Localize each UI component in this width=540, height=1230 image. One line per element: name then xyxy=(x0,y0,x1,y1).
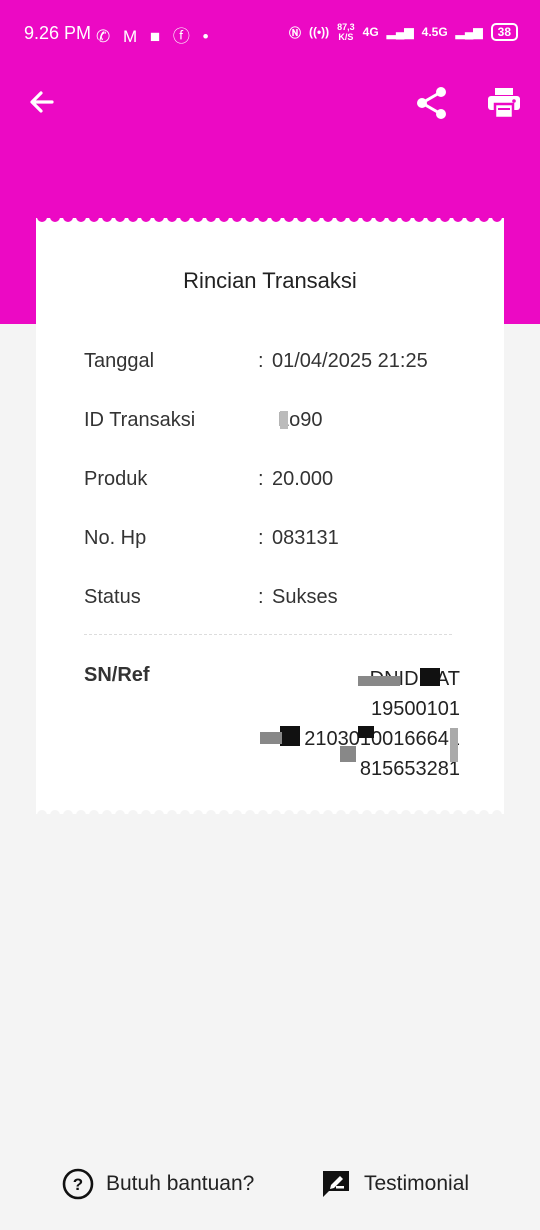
redaction-block xyxy=(260,732,282,744)
row-label: No. Hp xyxy=(84,527,147,549)
help-label: Butuh bantuan? xyxy=(106,1172,255,1195)
battery-icon: 38 xyxy=(490,23,518,41)
help-link[interactable]: ? Butuh bantuan? xyxy=(62,1166,254,1202)
row-label: Tanggal xyxy=(84,350,155,372)
arrow-left-icon xyxy=(30,91,54,113)
receipt-scallop-bottom xyxy=(37,810,502,815)
row-colon: : xyxy=(258,468,264,490)
share-icon xyxy=(417,87,446,119)
redaction-block xyxy=(450,728,458,762)
redaction-block xyxy=(420,668,440,686)
net-speed: 87,3 K/S xyxy=(337,22,355,42)
signal-bars-icon-2: ▂▄▆ xyxy=(455,25,483,39)
feedback-edit-icon xyxy=(323,1171,349,1197)
redaction-block xyxy=(280,726,300,746)
question-circle-icon: ? xyxy=(62,1168,94,1200)
back-button[interactable] xyxy=(26,86,58,118)
svg-text:?: ? xyxy=(73,1175,83,1194)
row-value: 20.000 xyxy=(272,468,334,490)
signal-45g: 4.5G xyxy=(421,25,448,39)
row-label: Produk xyxy=(84,468,148,490)
print-icon xyxy=(488,88,520,120)
redaction-block xyxy=(340,746,356,762)
row-colon: : xyxy=(258,586,264,608)
dashed-divider xyxy=(84,634,452,635)
nfc-icon: Ⓝ xyxy=(288,25,301,40)
signal-4g: 4G xyxy=(362,25,379,39)
testimonial-label: Testimonial xyxy=(364,1172,470,1195)
receipt-title: Rincian Transaksi xyxy=(183,268,357,293)
print-button[interactable] xyxy=(486,86,522,120)
row-label: ID Transaksi xyxy=(84,409,196,431)
testimonial-link[interactable]: Testimonial xyxy=(320,1166,469,1202)
row-value: Sukses xyxy=(272,586,338,608)
hotspot-icon: ((•)) xyxy=(308,25,330,39)
row-value: 083131 xyxy=(272,527,339,549)
signal-bars-icon: ▂▄▆ xyxy=(386,25,414,39)
sn-ref-label: SN/Ref xyxy=(84,664,150,686)
row-label: Status xyxy=(84,586,141,608)
row-value: 01/04/2025 21:25 xyxy=(272,350,428,372)
notification-icons: ✆ M ■ ⓕ • xyxy=(96,27,213,46)
redaction xyxy=(280,411,288,429)
receipt-card: Rincian Transaksi Tanggal : 01/04/2025 2… xyxy=(36,217,504,815)
share-button[interactable] xyxy=(414,86,450,120)
status-bar: 9.26 PM ✆ M ■ ⓕ • Ⓝ ((•)) 87,3 K/S 4G ▂▄▆… xyxy=(0,0,540,66)
system-icons: Ⓝ ((•)) 87,3 K/S 4G ▂▄▆ 4.5G ▂▄▆ 38 xyxy=(289,22,518,42)
redaction-block xyxy=(358,726,374,738)
receipt-scallop-top xyxy=(37,217,502,222)
row-colon: : xyxy=(258,527,264,549)
row-colon: : xyxy=(258,350,264,372)
status-time: 9.26 PM xyxy=(24,23,92,43)
redaction-block xyxy=(358,676,400,686)
